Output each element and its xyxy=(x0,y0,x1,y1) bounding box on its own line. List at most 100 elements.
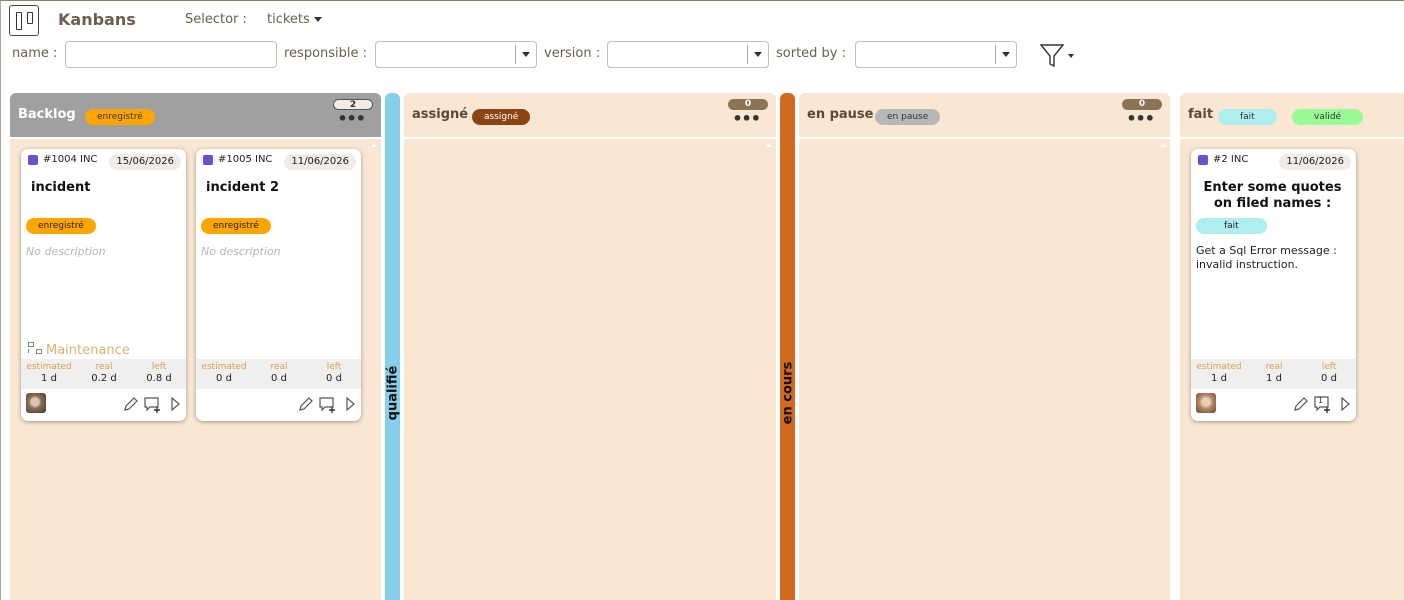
column-header: fait fait validé xyxy=(1180,93,1404,139)
card-description: Get a Sql Error message : invalid instru… xyxy=(1196,244,1337,271)
card-title[interactable]: Enter some quotes on filed names : xyxy=(1197,180,1348,212)
edit-icon[interactable] xyxy=(297,395,315,413)
kanban-card[interactable]: #1005 INC 11/06/2026 incident 2 enregist… xyxy=(196,149,361,421)
real-label: real xyxy=(1265,362,1283,372)
filter-icon[interactable] xyxy=(1039,43,1077,69)
card-status-badge: enregistré xyxy=(201,218,271,234)
card-work-stats: estimated 1 d real 0.2 d left 0.8 d xyxy=(21,359,186,389)
comments-icon[interactable]: 1 xyxy=(1314,395,1332,413)
play-icon[interactable] xyxy=(167,395,185,413)
column-backlog: Backlog enregistré 2 ••• #1004 INC 15/06… xyxy=(10,93,381,600)
edit-icon[interactable] xyxy=(122,395,140,413)
kanban-card[interactable]: #2 INC 11/06/2026 Enter some quotes on f… xyxy=(1191,149,1356,421)
caret-down-icon xyxy=(313,17,322,22)
left-value: 0.8 d xyxy=(146,373,172,384)
real-value: 0 d xyxy=(271,373,287,384)
name-input[interactable] xyxy=(65,41,277,68)
comment-count: 1 xyxy=(1318,396,1324,405)
play-icon[interactable] xyxy=(342,395,360,413)
responsible-label: responsible : xyxy=(284,46,368,61)
version-label: version : xyxy=(544,46,601,61)
card-footer xyxy=(196,393,361,415)
collapsed-column-en-cours[interactable]: en cours xyxy=(780,93,795,600)
card-date: 15/06/2026 xyxy=(109,154,181,170)
left-value: 0 d xyxy=(326,373,342,384)
dots-menu-icon[interactable]: ••• xyxy=(1126,111,1155,127)
real-value: 0.2 d xyxy=(91,373,117,384)
card-id: #1004 INC xyxy=(43,154,98,165)
add-comment-icon[interactable] xyxy=(319,395,337,413)
status-badge: en pause xyxy=(875,109,941,125)
avatar[interactable] xyxy=(1196,393,1216,413)
card-date: 11/06/2026 xyxy=(284,154,356,170)
kanban-logo-icon[interactable] xyxy=(9,5,39,36)
name-label: name : xyxy=(12,46,58,61)
responsible-select[interactable] xyxy=(375,41,537,68)
card-date: 11/06/2026 xyxy=(1279,154,1351,170)
left-label: left xyxy=(1321,362,1337,372)
selector-value: tickets xyxy=(267,12,310,27)
left-value: 0 d xyxy=(1321,373,1337,384)
column-header: assigné assigné 0 ••• xyxy=(404,93,776,139)
card-project[interactable]: Maintenance xyxy=(28,342,130,358)
card-title[interactable]: incident 2 xyxy=(206,180,353,196)
collapsed-column-title: qualifié xyxy=(385,365,400,421)
dots-menu-icon[interactable]: ••• xyxy=(337,111,366,127)
play-icon[interactable] xyxy=(1337,395,1355,413)
card-project-name: Maintenance xyxy=(46,343,130,358)
kanban-card[interactable]: #1004 INC 15/06/2026 incident enregistré… xyxy=(21,149,186,421)
status-badge: fait xyxy=(1218,109,1277,125)
edit-icon[interactable] xyxy=(1292,395,1310,413)
card-work-stats: estimated 1 d real 1 d left 0 d xyxy=(1191,359,1356,389)
real-label: real xyxy=(95,362,113,372)
card-description: No description xyxy=(201,245,281,258)
column-title: Backlog xyxy=(18,107,76,122)
chevron-down-icon xyxy=(522,52,530,57)
column-header: en pause en pause 0 ••• xyxy=(799,93,1170,139)
page-title: Kanbans xyxy=(58,10,136,29)
ticket-type-icon xyxy=(28,155,38,165)
status-badge: assigné xyxy=(472,109,531,125)
scroll-up-icon[interactable] xyxy=(1160,143,1166,147)
left-label: left xyxy=(326,362,342,372)
real-label: real xyxy=(270,362,288,372)
hierarchy-icon xyxy=(28,342,44,356)
column-title: en pause xyxy=(807,107,874,122)
estimated-value: 1 d xyxy=(41,373,57,384)
sorted-by-select[interactable] xyxy=(855,41,1017,68)
version-select[interactable] xyxy=(607,41,769,68)
estimated-label: estimated xyxy=(26,362,72,372)
status-badge: enregistré xyxy=(85,109,155,125)
estimated-label: estimated xyxy=(201,362,247,372)
card-status-badge: enregistré xyxy=(26,218,96,234)
card-status-badge: fait xyxy=(1196,218,1267,234)
collapsed-column-qualifie[interactable]: qualifié xyxy=(385,93,400,600)
chevron-down-icon xyxy=(754,52,762,57)
column-fait: fait fait validé #2 INC 11/06/2026 Enter… xyxy=(1180,93,1404,600)
card-title[interactable]: incident xyxy=(31,180,178,196)
selector-dropdown[interactable]: tickets xyxy=(267,12,322,27)
column-assigne: assigné assigné 0 ••• xyxy=(404,93,776,600)
status-badge: validé xyxy=(1292,109,1364,125)
dots-menu-icon[interactable]: ••• xyxy=(732,111,761,127)
left-label: left xyxy=(151,362,167,372)
column-title: fait xyxy=(1188,107,1214,122)
estimated-value: 1 d xyxy=(1211,373,1227,384)
ticket-type-icon xyxy=(1198,155,1208,165)
card-id: #1005 INC xyxy=(218,154,273,165)
card-description: No description xyxy=(26,245,106,258)
card-footer xyxy=(21,393,186,415)
chevron-down-icon xyxy=(1002,52,1010,57)
add-comment-icon[interactable] xyxy=(144,395,162,413)
sorted-by-label: sorted by : xyxy=(776,46,847,61)
card-footer: 1 xyxy=(1191,393,1356,415)
column-en-pause: en pause en pause 0 ••• xyxy=(799,93,1170,600)
real-value: 1 d xyxy=(1266,373,1282,384)
scroll-up-icon[interactable] xyxy=(371,143,377,147)
avatar[interactable] xyxy=(26,393,46,413)
ticket-type-icon xyxy=(203,155,213,165)
estimated-label: estimated xyxy=(1196,362,1242,372)
column-title: assigné xyxy=(412,107,469,122)
scroll-up-icon[interactable] xyxy=(766,143,772,147)
card-id: #2 INC xyxy=(1213,154,1249,165)
